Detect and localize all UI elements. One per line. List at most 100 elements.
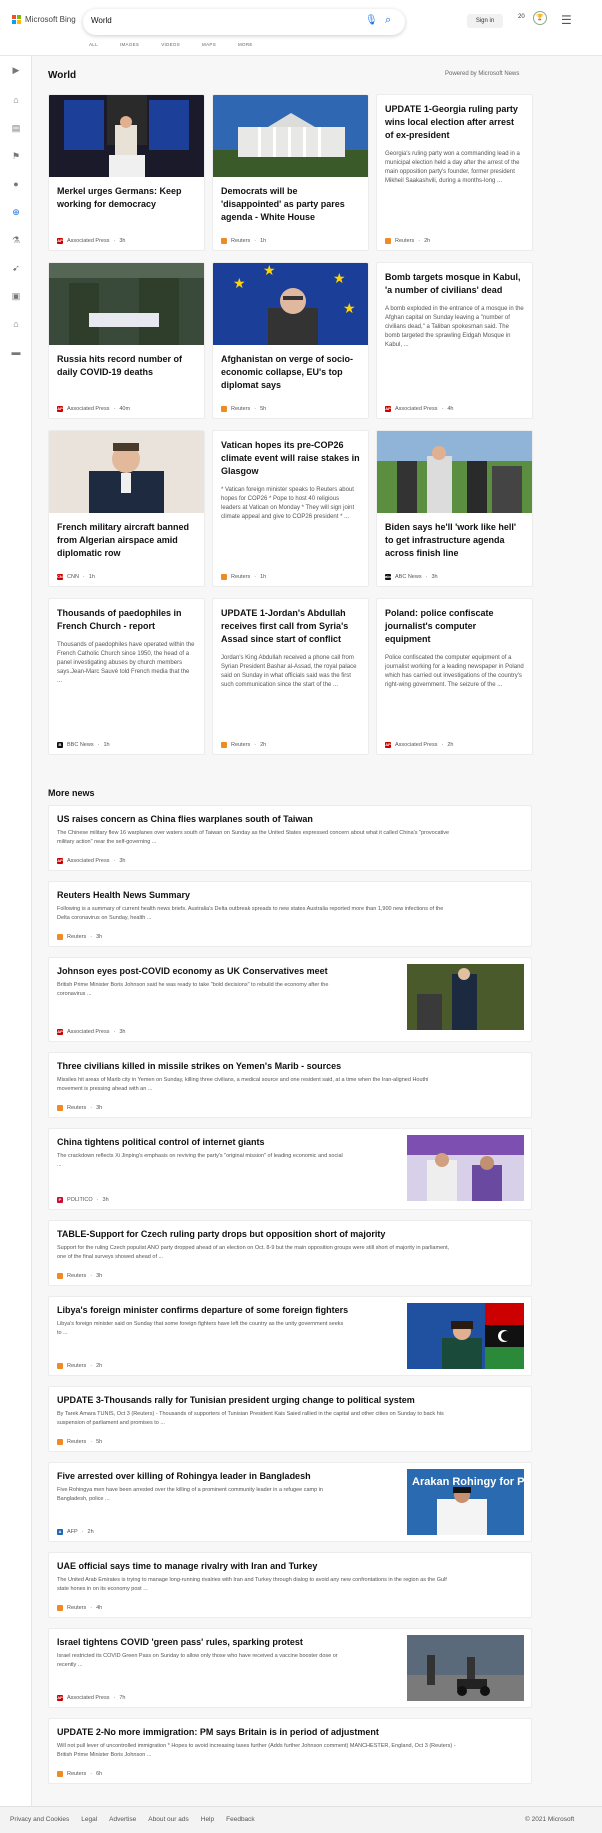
card-title[interactable]: UPDATE 1-Jordan's Abdullah receives firs… (213, 607, 368, 646)
footer-link-help[interactable]: Help (201, 1816, 214, 1823)
location-pin-icon[interactable]: ● (10, 178, 22, 190)
news-card[interactable]: Democrats will be 'disappointed' as part… (212, 94, 369, 251)
film-icon[interactable]: ▣ (10, 290, 22, 302)
news-snippet-line: British Prime Minister Boris Johnson sai… (57, 982, 329, 988)
more-news-item[interactable]: UAE official says time to manage rivalry… (48, 1552, 532, 1618)
expand-sidebar-icon[interactable]: ▶ (10, 64, 22, 76)
news-source: A AFP · 2h (57, 1529, 94, 1535)
card-title[interactable]: Biden says he'll 'work like hell' to get… (377, 521, 532, 560)
more-news-item[interactable]: UPDATE 2-No more immigration: PM says Br… (48, 1718, 532, 1784)
publisher-name: ABC News (395, 574, 422, 580)
footer-link-advertise[interactable]: Advertise (109, 1816, 136, 1823)
news-title[interactable]: Three civilians killed in missile strike… (57, 1061, 341, 1071)
search-input[interactable]: World (91, 16, 112, 25)
news-card[interactable]: ★ ★ ★ ★ Afghanistan on verge of socio-econom… (212, 262, 369, 419)
microphone-icon[interactable]: 🎙 (365, 15, 378, 26)
nav-all[interactable]: ALL (89, 42, 98, 47)
nav-images[interactable]: IMAGES (120, 42, 139, 47)
card-image[interactable] (49, 95, 204, 177)
card-title[interactable]: Afghanistan on verge of socio-economic c… (213, 353, 368, 392)
more-news-item[interactable]: US raises concern as China flies warplan… (48, 805, 532, 871)
card-image[interactable] (49, 431, 204, 513)
news-card[interactable]: Vatican hopes its pre-COP26 climate even… (212, 430, 369, 587)
footer-link-feedback[interactable]: Feedback (226, 1816, 255, 1823)
flag-icon[interactable]: ⚑ (10, 150, 22, 162)
news-card[interactable]: Thousands of paedophiles in French Churc… (48, 598, 205, 755)
news-thumbnail[interactable] (407, 1635, 524, 1703)
separator: · (90, 934, 93, 940)
nav-maps[interactable]: MAPS (202, 42, 216, 47)
more-news-item[interactable]: Reuters Health News Summary Following is … (48, 881, 532, 947)
globe-icon[interactable]: ⊕ (10, 206, 22, 218)
more-news-item[interactable]: UPDATE 3-Thousands rally for Tunisian pr… (48, 1386, 532, 1452)
search-box[interactable]: World 🎙 ⌕ (83, 9, 405, 35)
card-title[interactable]: UPDATE 1-Georgia ruling party wins local… (377, 103, 532, 142)
more-news-item[interactable]: TABLE-Support for Czech ruling party dro… (48, 1220, 532, 1286)
search-icon[interactable]: ⌕ (385, 14, 391, 27)
news-card[interactable]: French military aircraft banned from Alg… (48, 430, 205, 587)
publish-time: 1h (103, 742, 110, 748)
sign-in-button[interactable]: Sign in (467, 14, 503, 28)
news-title[interactable]: China tightens political control of inte… (57, 1137, 265, 1147)
footer-link-privacy[interactable]: Privacy and Cookies (10, 1816, 69, 1823)
news-card[interactable]: Biden says he'll 'work like hell' to get… (376, 430, 533, 587)
rewards-count[interactable]: 20 (518, 14, 525, 20)
news-title[interactable]: Five arrested over killing of Rohingya l… (57, 1471, 311, 1481)
news-title[interactable]: UPDATE 3-Thousands rally for Tunisian pr… (57, 1395, 415, 1405)
news-source: Reuters · 6h (57, 1771, 102, 1777)
card-image[interactable] (377, 431, 532, 513)
bing-logo[interactable]: Microsoft Bing (12, 15, 76, 24)
card-title[interactable]: Poland: police confiscate journalist's c… (377, 607, 532, 646)
card-title[interactable]: French military aircraft banned from Alg… (49, 521, 204, 560)
news-card[interactable]: UPDATE 1-Jordan's Abdullah receives firs… (212, 598, 369, 755)
news-title[interactable]: US raises concern as China flies warplan… (57, 814, 313, 824)
rocket-icon[interactable]: ➹ (10, 262, 22, 274)
card-image[interactable] (49, 263, 204, 345)
nav-videos[interactable]: VIDEOS (161, 42, 180, 47)
publish-time: 5h (96, 1439, 103, 1445)
card-title[interactable]: Merkel urges Germans: Keep working for d… (49, 185, 204, 211)
publisher-logo-icon: CNN (57, 574, 66, 580)
more-news-item[interactable]: Three civilians killed in missile strike… (48, 1052, 532, 1118)
card-title[interactable]: Democrats will be 'disappointed' as part… (213, 185, 368, 224)
card-title[interactable]: Russia hits record number of daily COVID… (49, 353, 204, 379)
more-news-item[interactable]: China tightens political control of inte… (48, 1128, 532, 1210)
news-title[interactable]: UPDATE 2-No more immigration: PM says Br… (57, 1727, 379, 1737)
rewards-trophy-icon[interactable]: 🏆 (533, 11, 547, 25)
home-icon[interactable]: ⌂ (10, 94, 22, 106)
footer-link-legal[interactable]: Legal (81, 1816, 97, 1823)
footer-link-about-ads[interactable]: About our ads (148, 1816, 188, 1823)
news-card[interactable]: Poland: police confiscate journalist's c… (376, 598, 533, 755)
more-news-item[interactable]: Johnson eyes post-COVID economy as UK Co… (48, 957, 532, 1042)
newspaper-icon[interactable]: ▤ (10, 122, 22, 134)
nav-more[interactable]: MORE (238, 42, 253, 47)
news-title[interactable]: Israel tightens COVID 'green pass' rules… (57, 1637, 303, 1647)
card-title[interactable]: Bomb targets mosque in Kabul, 'a number … (377, 271, 532, 297)
card-image[interactable]: ★ ★ ★ ★ (213, 263, 368, 345)
more-news-item[interactable]: Five arrested over killing of Rohingya l… (48, 1462, 532, 1542)
more-news-item[interactable]: Israel tightens COVID 'green pass' rules… (48, 1628, 532, 1708)
news-title[interactable]: Reuters Health News Summary (57, 890, 190, 900)
news-thumbnail[interactable] (407, 964, 524, 1037)
more-news-item[interactable]: Libya's foreign minister confirms depart… (48, 1296, 532, 1376)
microscope-icon[interactable]: ⚗ (10, 234, 22, 246)
news-title[interactable]: UAE official says time to manage rivalry… (57, 1561, 317, 1571)
card-title[interactable]: Thousands of paedophiles in French Churc… (49, 607, 204, 633)
left-sidebar: ▶ ⌂ ▤ ⚑ ● ⊕ ⚗ ➹ ▣ ⌂ ▬ (0, 56, 32, 1806)
news-card[interactable]: Bomb targets mosque in Kabul, 'a number … (376, 262, 533, 419)
news-title[interactable]: Johnson eyes post-COVID economy as UK Co… (57, 966, 328, 976)
news-card[interactable]: UPDATE 1-Georgia ruling party wins local… (376, 94, 533, 251)
news-title[interactable]: Libya's foreign minister confirms depart… (57, 1305, 348, 1315)
news-title[interactable]: TABLE-Support for Czech ruling party dro… (57, 1229, 385, 1239)
bank-icon[interactable]: ⌂ (10, 318, 22, 330)
news-thumbnail[interactable]: Arakan Rohingy for Peace & Hum (407, 1469, 531, 1537)
money-icon[interactable]: ▬ (10, 346, 22, 358)
footer-links: Privacy and Cookies Legal Advertise Abou… (10, 1816, 255, 1823)
card-image[interactable] (213, 95, 368, 177)
hamburger-menu-icon[interactable]: ☰ (561, 13, 572, 27)
news-thumbnail[interactable] (407, 1303, 524, 1371)
card-title[interactable]: Vatican hopes its pre-COP26 climate even… (213, 439, 368, 478)
news-card[interactable]: Russia hits record number of daily COVID… (48, 262, 205, 419)
news-thumbnail[interactable] (407, 1135, 524, 1205)
news-card[interactable]: Merkel urges Germans: Keep working for d… (48, 94, 205, 251)
